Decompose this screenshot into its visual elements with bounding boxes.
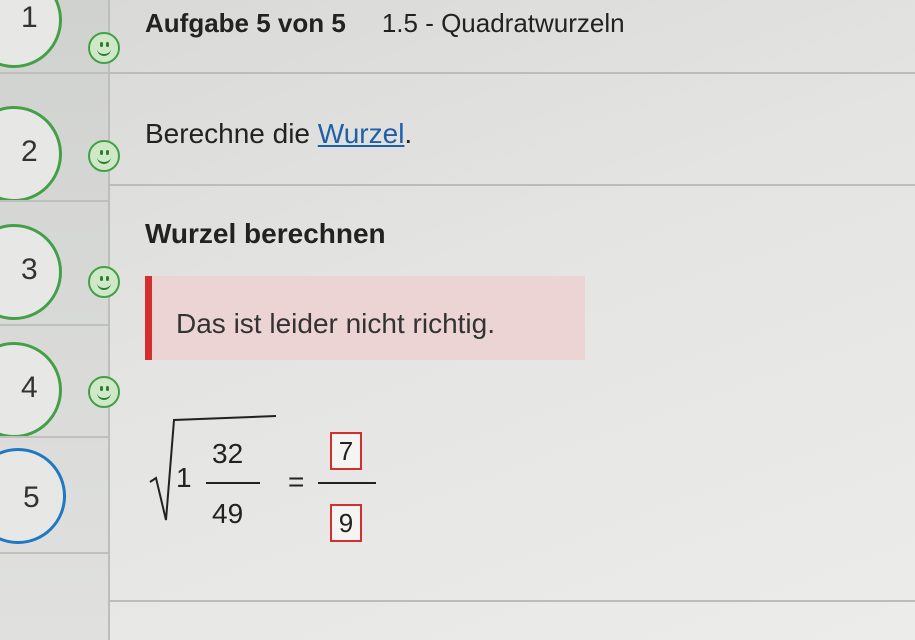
divider bbox=[0, 552, 108, 554]
instruction-text: Berechne die bbox=[145, 118, 318, 149]
step-number: 3 bbox=[21, 253, 38, 286]
divider bbox=[108, 72, 915, 74]
mixed-number-whole: 1 bbox=[176, 462, 192, 493]
fraction-denominator: 49 bbox=[212, 498, 244, 529]
step-2-button[interactable]: 2 bbox=[0, 106, 62, 202]
divider bbox=[108, 184, 915, 186]
fraction-numerator: 32 bbox=[212, 438, 244, 469]
task-instruction: Berechne die Wurzel. bbox=[145, 118, 412, 150]
answer-fraction-bar bbox=[318, 482, 376, 484]
task-navigation-sidebar: 1 2 3 4 5 bbox=[0, 0, 120, 640]
step-4-button[interactable]: 4 bbox=[0, 342, 62, 438]
section-heading: Wurzel berechnen bbox=[145, 218, 386, 249]
step-number: 1 bbox=[21, 1, 38, 34]
step-number: 4 bbox=[21, 371, 38, 404]
smiley-icon bbox=[88, 32, 120, 64]
divider bbox=[108, 600, 915, 602]
step-3-button[interactable]: 3 bbox=[0, 224, 62, 320]
feedback-message: Das ist leider nicht richtig. bbox=[176, 308, 496, 339]
equals-sign: = bbox=[288, 466, 305, 497]
instruction-suffix: . bbox=[404, 118, 413, 149]
divider bbox=[0, 324, 108, 326]
divider bbox=[0, 72, 108, 74]
fraction-bar bbox=[206, 482, 260, 484]
smiley-icon bbox=[88, 376, 120, 408]
task-counter: Aufgabe 5 von 5 bbox=[145, 8, 346, 38]
wurzel-link[interactable]: Wurzel bbox=[318, 118, 405, 149]
step-number: 5 bbox=[23, 481, 40, 514]
step-number: 2 bbox=[21, 135, 38, 168]
smiley-icon bbox=[88, 140, 120, 172]
divider bbox=[0, 200, 108, 202]
square-root-equation: 1 32 49 = 7 9 bbox=[148, 412, 388, 562]
error-feedback-banner: Das ist leider nicht richtig. bbox=[145, 276, 585, 360]
step-5-button[interactable]: 5 bbox=[0, 448, 66, 544]
answer-denominator-input[interactable]: 9 bbox=[330, 504, 362, 542]
topic-title: 1.5 - Quadratwurzeln bbox=[381, 8, 625, 38]
divider bbox=[0, 436, 108, 438]
smiley-icon bbox=[88, 266, 120, 298]
task-header: Aufgabe 5 von 5 1.5 - Quadratwurzeln bbox=[145, 8, 625, 39]
step-1-button[interactable]: 1 bbox=[0, 0, 62, 68]
answer-numerator-input[interactable]: 7 bbox=[330, 432, 362, 470]
